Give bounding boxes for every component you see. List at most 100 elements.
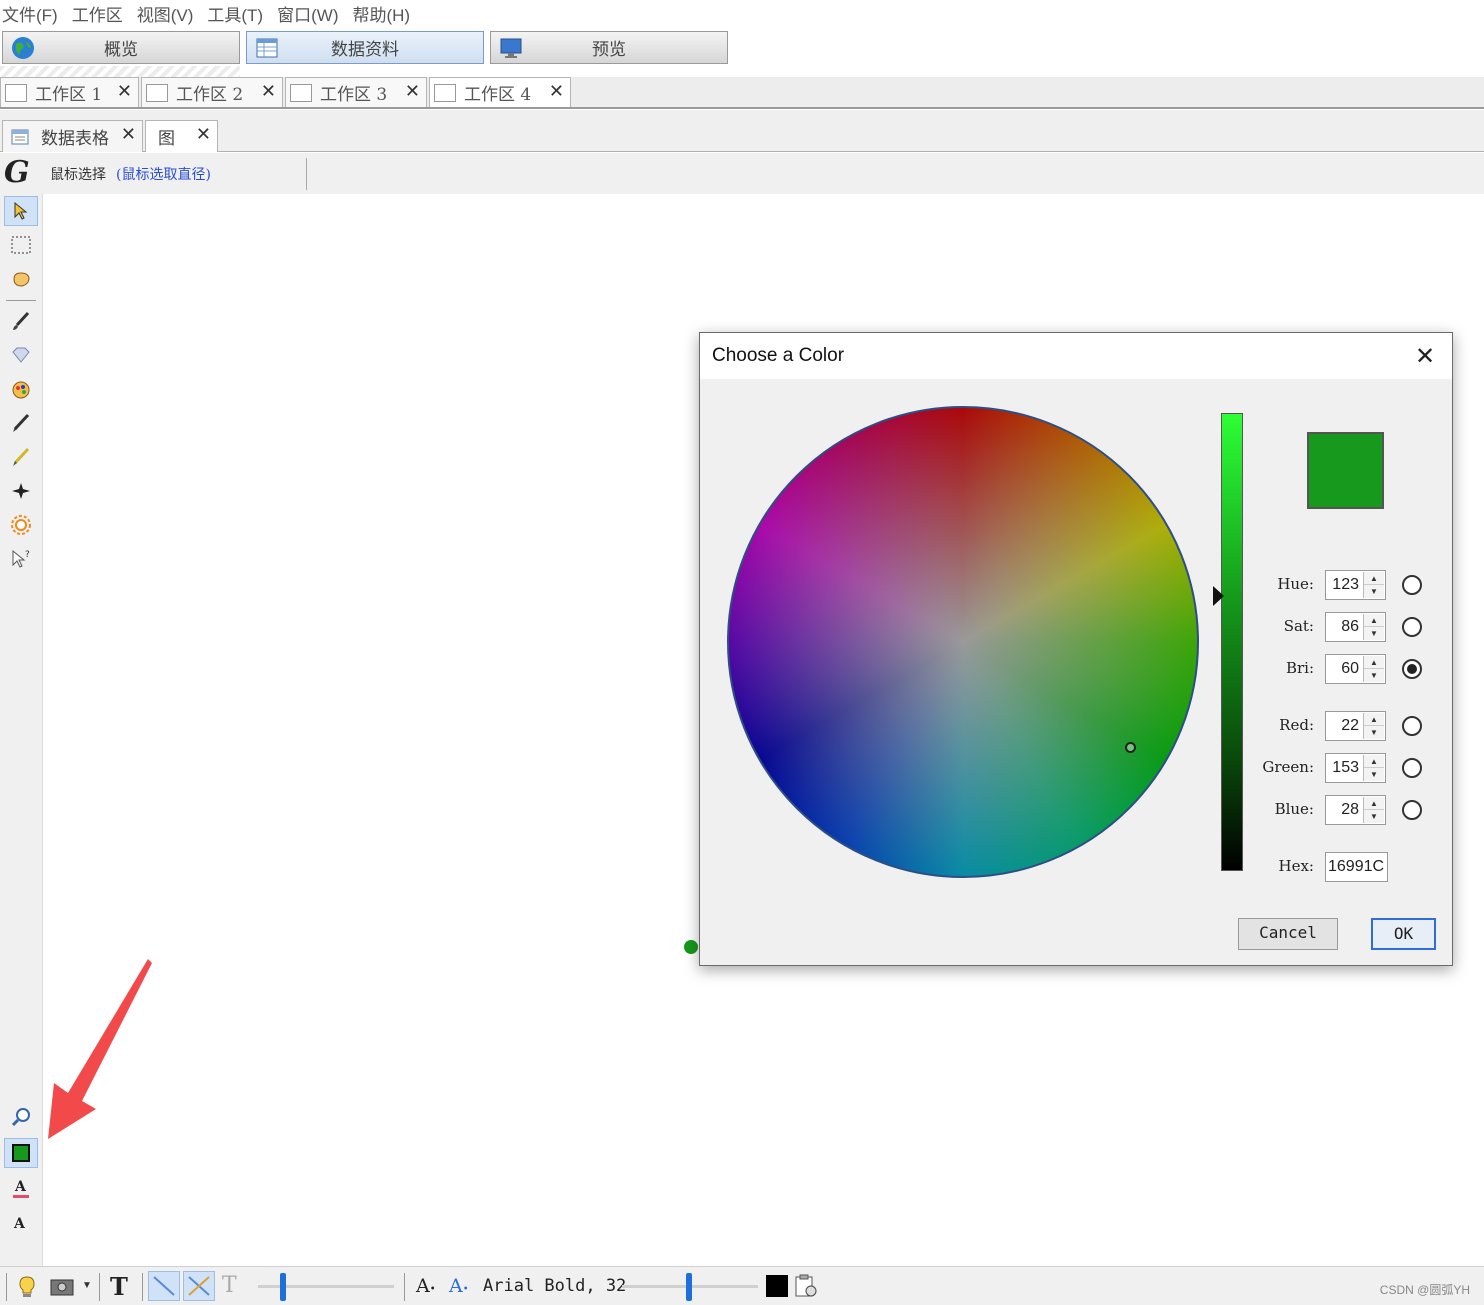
- menu-tools[interactable]: 工具(T): [207, 1, 263, 26]
- label-color-swatch[interactable]: [766, 1275, 788, 1297]
- close-icon[interactable]: ✕: [405, 81, 420, 102]
- ok-button[interactable]: OK: [1371, 918, 1436, 950]
- close-icon[interactable]: ✕: [196, 124, 211, 145]
- menu-window[interactable]: 窗口(W): [277, 1, 338, 26]
- color-wheel-marker[interactable]: [1125, 742, 1136, 753]
- blue-value[interactable]: 28: [1341, 801, 1359, 819]
- spinner-arrows[interactable]: ▲ ▼: [1363, 713, 1384, 739]
- shortest-path-tool[interactable]: [4, 476, 38, 506]
- hue-radio[interactable]: [1402, 575, 1422, 595]
- bri-value[interactable]: 60: [1341, 660, 1359, 678]
- bri-spinner[interactable]: 60 ▲ ▼: [1325, 654, 1386, 684]
- screenshot-icon[interactable]: [50, 1277, 78, 1302]
- edge-pencil-tool[interactable]: [4, 442, 38, 472]
- spinner-arrows[interactable]: ▲ ▼: [1363, 572, 1384, 598]
- tab-workspace-2[interactable]: 工作区 2 ✕: [141, 77, 283, 107]
- down-arrow-icon[interactable]: ▼: [1364, 669, 1384, 682]
- bri-radio[interactable]: [1402, 659, 1422, 679]
- sat-value[interactable]: 86: [1341, 618, 1359, 636]
- brush-tool[interactable]: [4, 306, 38, 336]
- heat-map-tool[interactable]: [4, 510, 38, 540]
- pointer-tool[interactable]: [4, 196, 38, 226]
- overview-button[interactable]: 概览: [2, 31, 240, 64]
- blue-radio[interactable]: [1402, 800, 1422, 820]
- up-arrow-icon[interactable]: ▲: [1364, 755, 1384, 768]
- color-wheel[interactable]: [727, 406, 1199, 878]
- spinner-arrows[interactable]: ▲ ▼: [1363, 614, 1384, 640]
- tab-data-table[interactable]: 数据表格 ✕: [2, 120, 143, 152]
- cancel-button[interactable]: Cancel: [1238, 918, 1338, 950]
- red-value[interactable]: 22: [1341, 717, 1359, 735]
- down-arrow-icon[interactable]: ▼: [1364, 810, 1384, 823]
- close-icon[interactable]: ✕: [121, 124, 136, 145]
- menu-help[interactable]: 帮助(H): [352, 1, 410, 26]
- preview-button[interactable]: 预览: [490, 31, 728, 64]
- tab-workspace-3[interactable]: 工作区 3 ✕: [285, 77, 427, 107]
- close-icon[interactable]: ✕: [549, 81, 564, 102]
- blue-spinner[interactable]: 28 ▲ ▼: [1325, 795, 1386, 825]
- settings-clipboard-icon[interactable]: [793, 1273, 819, 1304]
- node-color-button[interactable]: [4, 1138, 38, 1168]
- up-arrow-icon[interactable]: ▲: [1364, 614, 1384, 627]
- pencil-tool[interactable]: [4, 408, 38, 438]
- hex-input[interactable]: 16991C: [1325, 852, 1388, 882]
- menu-workspace[interactable]: 工作区: [72, 1, 123, 26]
- up-arrow-icon[interactable]: ▲: [1364, 572, 1384, 585]
- graph-node[interactable]: [684, 940, 698, 954]
- green-spinner[interactable]: 153 ▲ ▼: [1325, 753, 1386, 783]
- rectangle-select-tool[interactable]: [4, 230, 38, 260]
- text-tool-icon[interactable]: T: [110, 1272, 128, 1301]
- close-icon[interactable]: ✕: [261, 81, 276, 102]
- up-arrow-icon[interactable]: ▲: [1364, 797, 1384, 810]
- text-color-button[interactable]: A: [4, 1174, 38, 1204]
- painter-tool[interactable]: [4, 374, 38, 404]
- red-radio[interactable]: [1402, 716, 1422, 736]
- preview-label: 预览: [592, 40, 626, 60]
- close-icon[interactable]: ✕: [1410, 341, 1440, 371]
- help-pointer-tool[interactable]: ?: [4, 544, 38, 574]
- spinner-arrows[interactable]: ▲ ▼: [1363, 797, 1384, 823]
- spinner-arrows[interactable]: ▲ ▼: [1363, 755, 1384, 781]
- credit-watermark: CSDN @圆弧YH: [1379, 1283, 1470, 1297]
- edge-color-icon[interactable]: [183, 1271, 215, 1301]
- menu-file[interactable]: 文件(F): [2, 1, 58, 26]
- globe-icon: [12, 37, 34, 59]
- slider-thumb[interactable]: [280, 1273, 286, 1301]
- close-icon[interactable]: ✕: [117, 81, 132, 102]
- slider-pointer-icon[interactable]: [1213, 586, 1224, 606]
- down-arrow-icon[interactable]: ▼: [1364, 627, 1384, 640]
- edge-scale-slider[interactable]: [258, 1285, 394, 1288]
- diamond-tool[interactable]: [4, 340, 38, 370]
- green-radio[interactable]: [1402, 758, 1422, 778]
- tab-workspace-4[interactable]: 工作区 4 ✕: [429, 77, 571, 107]
- text-size-button[interactable]: A: [4, 1208, 38, 1238]
- down-arrow-icon[interactable]: ▼: [1364, 585, 1384, 598]
- zoom-tool[interactable]: [4, 1102, 38, 1132]
- lightbulb-icon[interactable]: [16, 1275, 38, 1304]
- edge-line-icon[interactable]: [148, 1271, 180, 1301]
- down-arrow-icon[interactable]: ▼: [1364, 768, 1384, 781]
- tab-graph[interactable]: 图 ✕: [145, 120, 218, 152]
- sat-row: Sat: 86 ▲ ▼: [1240, 612, 1440, 642]
- font-size-icon[interactable]: A•: [416, 1275, 436, 1297]
- chevron-down-icon[interactable]: ▼: [82, 1280, 92, 1291]
- spinner-arrows[interactable]: ▲ ▼: [1363, 656, 1384, 682]
- font-color-icon[interactable]: A•: [449, 1275, 469, 1297]
- down-arrow-icon[interactable]: ▼: [1364, 726, 1384, 739]
- up-arrow-icon[interactable]: ▲: [1364, 656, 1384, 669]
- red-spinner[interactable]: 22 ▲ ▼: [1325, 711, 1386, 741]
- green-value[interactable]: 153: [1332, 759, 1359, 777]
- tab-workspace-1[interactable]: 工作区 1 ✕: [0, 77, 139, 107]
- menu-view[interactable]: 视图(V): [137, 1, 194, 26]
- data-lab-button[interactable]: 数据资料: [246, 31, 484, 64]
- edge-text-icon[interactable]: T: [222, 1273, 237, 1298]
- sat-label: Sat:: [1283, 617, 1314, 635]
- drag-tool[interactable]: [4, 264, 38, 294]
- font-label[interactable]: Arial Bold, 32: [483, 1276, 626, 1296]
- sat-spinner[interactable]: 86 ▲ ▼: [1325, 612, 1386, 642]
- hue-value[interactable]: 123: [1332, 576, 1359, 594]
- up-arrow-icon[interactable]: ▲: [1364, 713, 1384, 726]
- slider-thumb[interactable]: [686, 1273, 692, 1301]
- sat-radio[interactable]: [1402, 617, 1422, 637]
- hue-spinner[interactable]: 123 ▲ ▼: [1325, 570, 1386, 600]
